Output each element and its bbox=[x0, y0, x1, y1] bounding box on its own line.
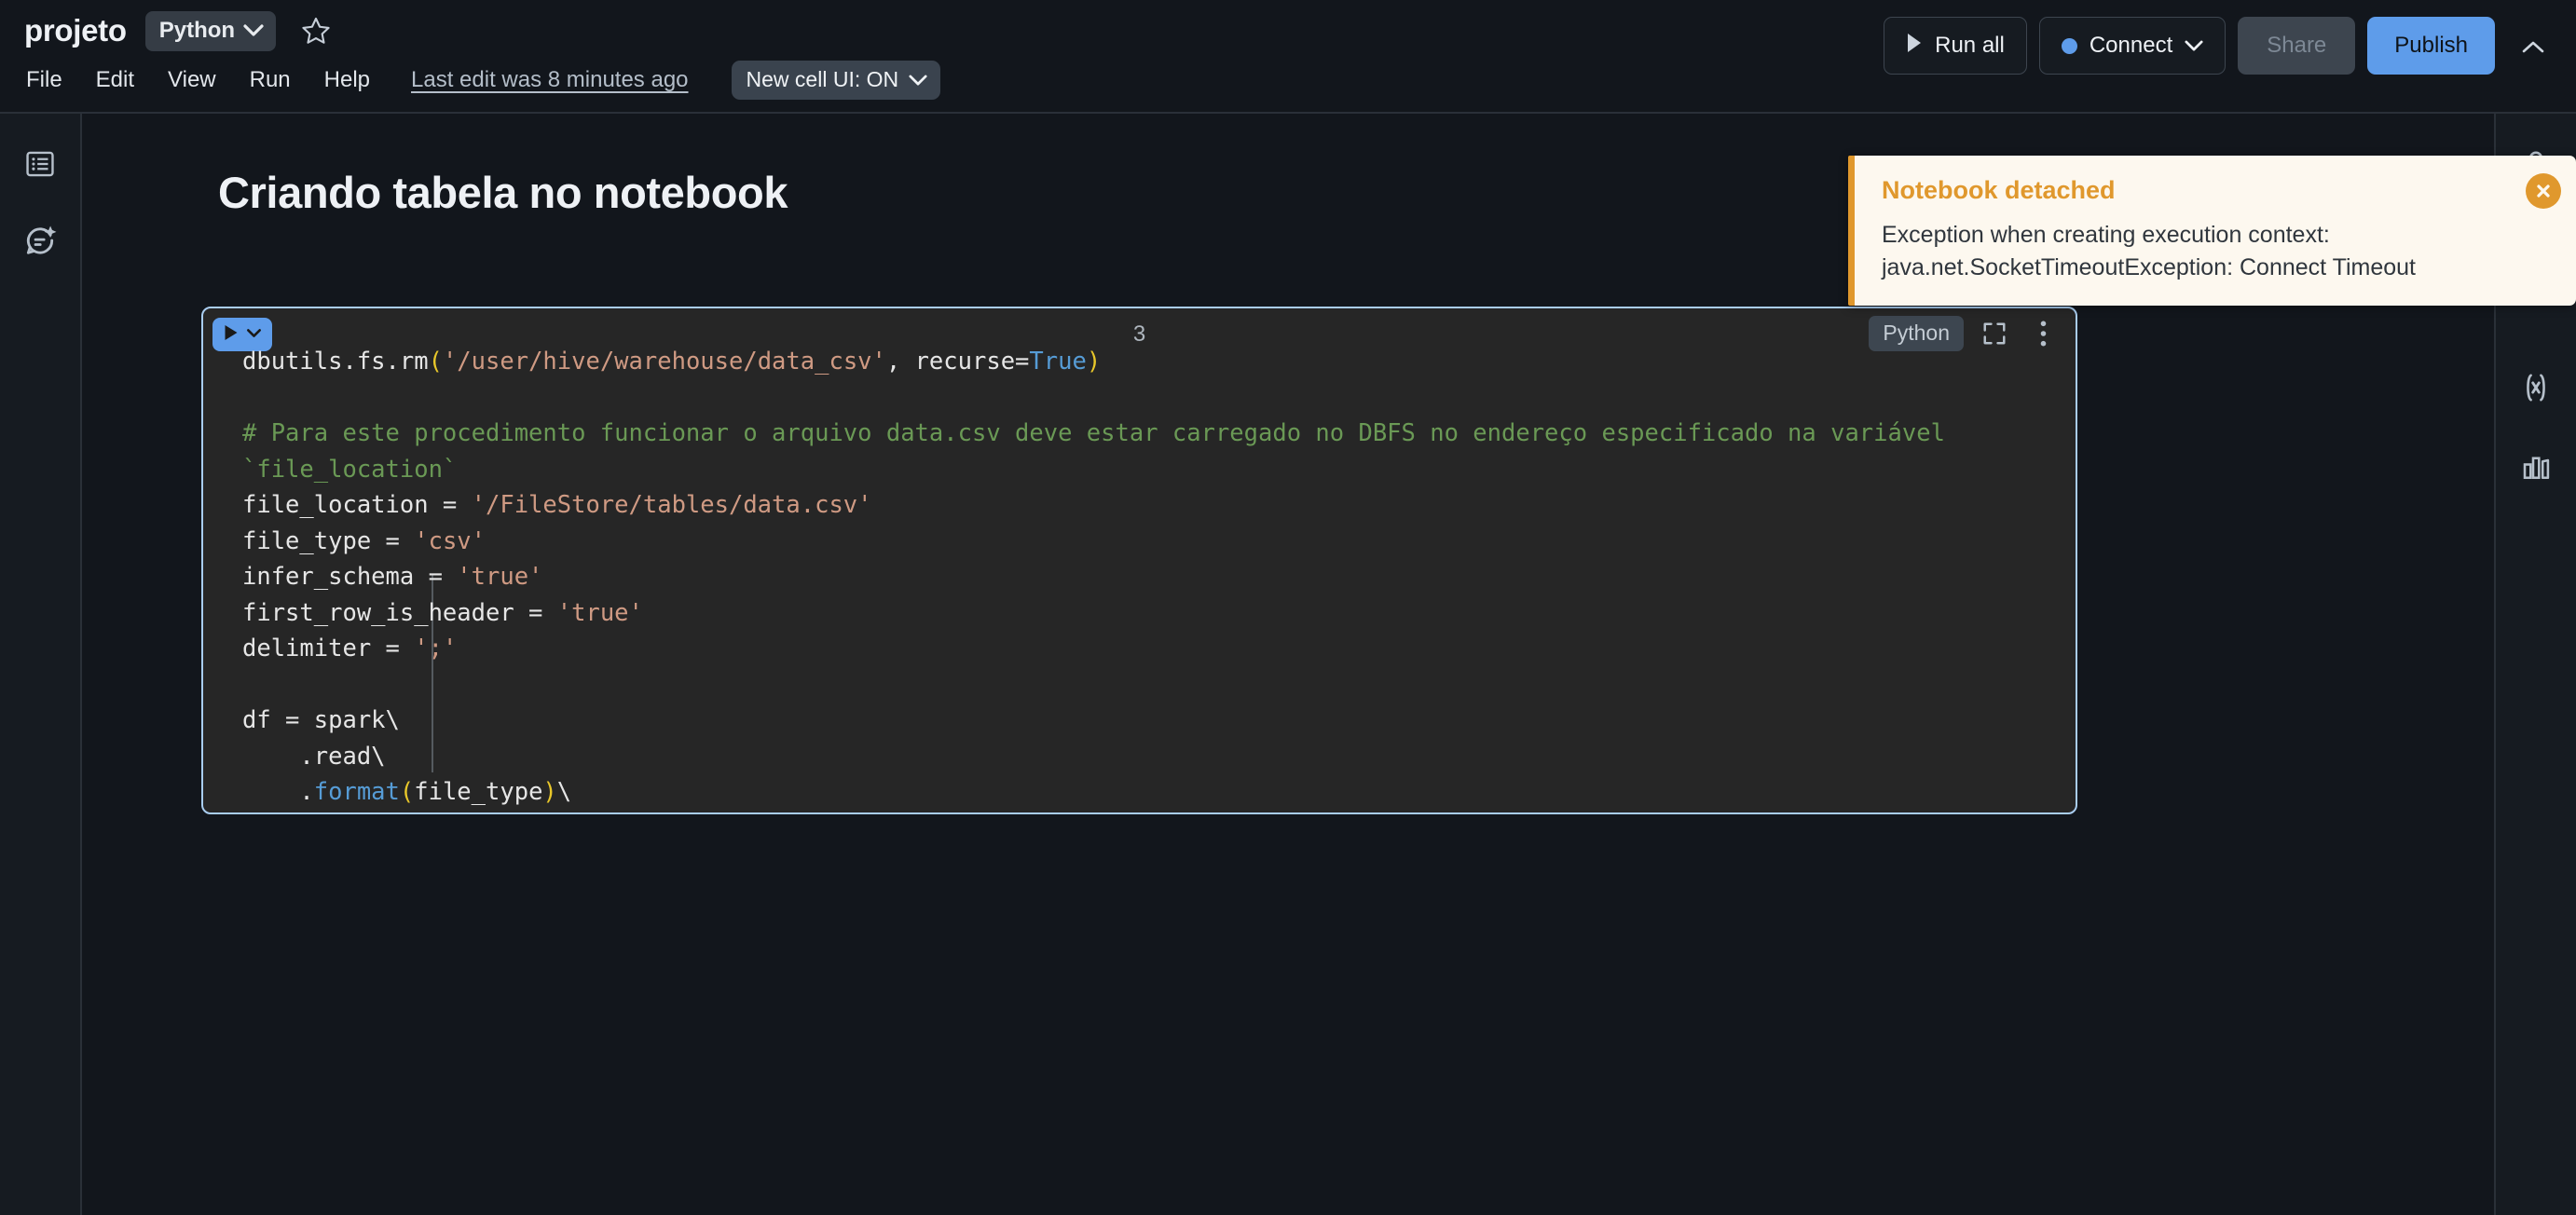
notebook-language-selector[interactable]: Python bbox=[144, 10, 277, 51]
menu-item-edit[interactable]: Edit bbox=[79, 63, 151, 97]
last-edit-link[interactable]: Last edit was 8 minutes ago bbox=[411, 67, 689, 93]
table-of-contents-icon[interactable] bbox=[16, 140, 64, 188]
menu-item-view[interactable]: View bbox=[151, 63, 233, 97]
code-line: file_location = '/FileStore/tables/data.… bbox=[242, 491, 872, 519]
toast-message-line-2: java.net.SocketTimeoutException: Connect… bbox=[1882, 254, 2416, 280]
collapse-header-button[interactable] bbox=[2507, 32, 2555, 61]
play-icon bbox=[1906, 33, 1923, 60]
code-line: .option('inferSchema', infer_schema)\ bbox=[242, 814, 829, 815]
run-all-label: Run all bbox=[1935, 33, 2005, 58]
code-line: file_type = 'csv' bbox=[242, 526, 486, 555]
notebook-language-label: Python bbox=[158, 17, 236, 43]
toast-message-line-1: Exception when creating execution contex… bbox=[1882, 222, 2330, 248]
chevron-down-icon bbox=[243, 18, 264, 44]
code-line: infer_schema = 'true' bbox=[242, 563, 543, 591]
menu-item-help[interactable]: Help bbox=[308, 63, 387, 97]
notebook-name[interactable]: projeto bbox=[24, 13, 127, 48]
chevron-down-icon bbox=[2185, 33, 2203, 59]
code-line: # Para este procedimento funcionar o arq… bbox=[242, 419, 1945, 447]
connection-status-dot bbox=[2061, 37, 2077, 54]
top-bar-actions: Run all Connect Share Publish bbox=[1884, 17, 2555, 75]
notebook-title-row: projeto Python bbox=[24, 0, 940, 56]
publish-button[interactable]: Publish bbox=[2367, 17, 2495, 75]
bar-chart-icon[interactable] bbox=[2512, 442, 2560, 490]
code-line: .format(file_type)\ bbox=[242, 778, 572, 806]
share-label: Share bbox=[2267, 33, 2327, 58]
menu-bar: File Edit View Run Help Last edit was 8 … bbox=[24, 56, 941, 104]
code-line: `file_location` bbox=[242, 455, 458, 484]
code-line: .read\ bbox=[242, 742, 386, 771]
connect-button[interactable]: Connect bbox=[2038, 17, 2227, 75]
code-line: delimiter = ';' bbox=[242, 635, 458, 662]
notification-toast: Notebook detached Exception when creatin… bbox=[1848, 156, 2576, 306]
cell-code-editor[interactable]: dbutils.fs.rm('/user/hive/warehouse/data… bbox=[203, 344, 1945, 815]
close-circle-icon[interactable] bbox=[2526, 173, 2561, 209]
star-icon[interactable] bbox=[300, 15, 332, 47]
menu-item-file[interactable]: File bbox=[24, 63, 79, 97]
left-sidebar bbox=[0, 114, 82, 1215]
new-cell-ui-label: New cell UI: ON bbox=[746, 67, 899, 91]
toast-title: Notebook detached bbox=[1882, 176, 2116, 204]
menu-item-run[interactable]: Run bbox=[233, 63, 308, 97]
toast-message: Exception when creating execution contex… bbox=[1882, 219, 2525, 284]
run-all-button[interactable]: Run all bbox=[1884, 17, 2027, 75]
code-line: dbutils.fs.rm('/user/hive/warehouse/data… bbox=[242, 348, 1102, 375]
code-line: first_row_is_header = 'true' bbox=[242, 598, 643, 627]
share-button[interactable]: Share bbox=[2238, 17, 2356, 75]
connect-label: Connect bbox=[2089, 33, 2173, 58]
top-bar: projeto Python File Edit View Run Help L… bbox=[0, 0, 2576, 114]
chevron-up-icon bbox=[2522, 32, 2544, 61]
new-cell-ui-toggle[interactable]: New cell UI: ON bbox=[731, 61, 941, 100]
kebab-menu-icon[interactable] bbox=[2025, 316, 2061, 351]
variables-icon[interactable] bbox=[2512, 363, 2560, 412]
ai-assistant-icon[interactable] bbox=[16, 216, 64, 265]
publish-label: Publish bbox=[2394, 33, 2468, 58]
fullscreen-icon[interactable] bbox=[1977, 316, 2012, 351]
chevron-down-icon bbox=[909, 67, 927, 92]
page-title: Criando tabela no notebook bbox=[218, 168, 788, 217]
notebook-cell[interactable]: 3 Python dbutils.fs.rm('/user/hive/wareh… bbox=[201, 307, 2077, 814]
top-bar-left: projeto Python File Edit View Run Help L… bbox=[24, 0, 941, 104]
code-line: df = spark\ bbox=[242, 706, 400, 734]
